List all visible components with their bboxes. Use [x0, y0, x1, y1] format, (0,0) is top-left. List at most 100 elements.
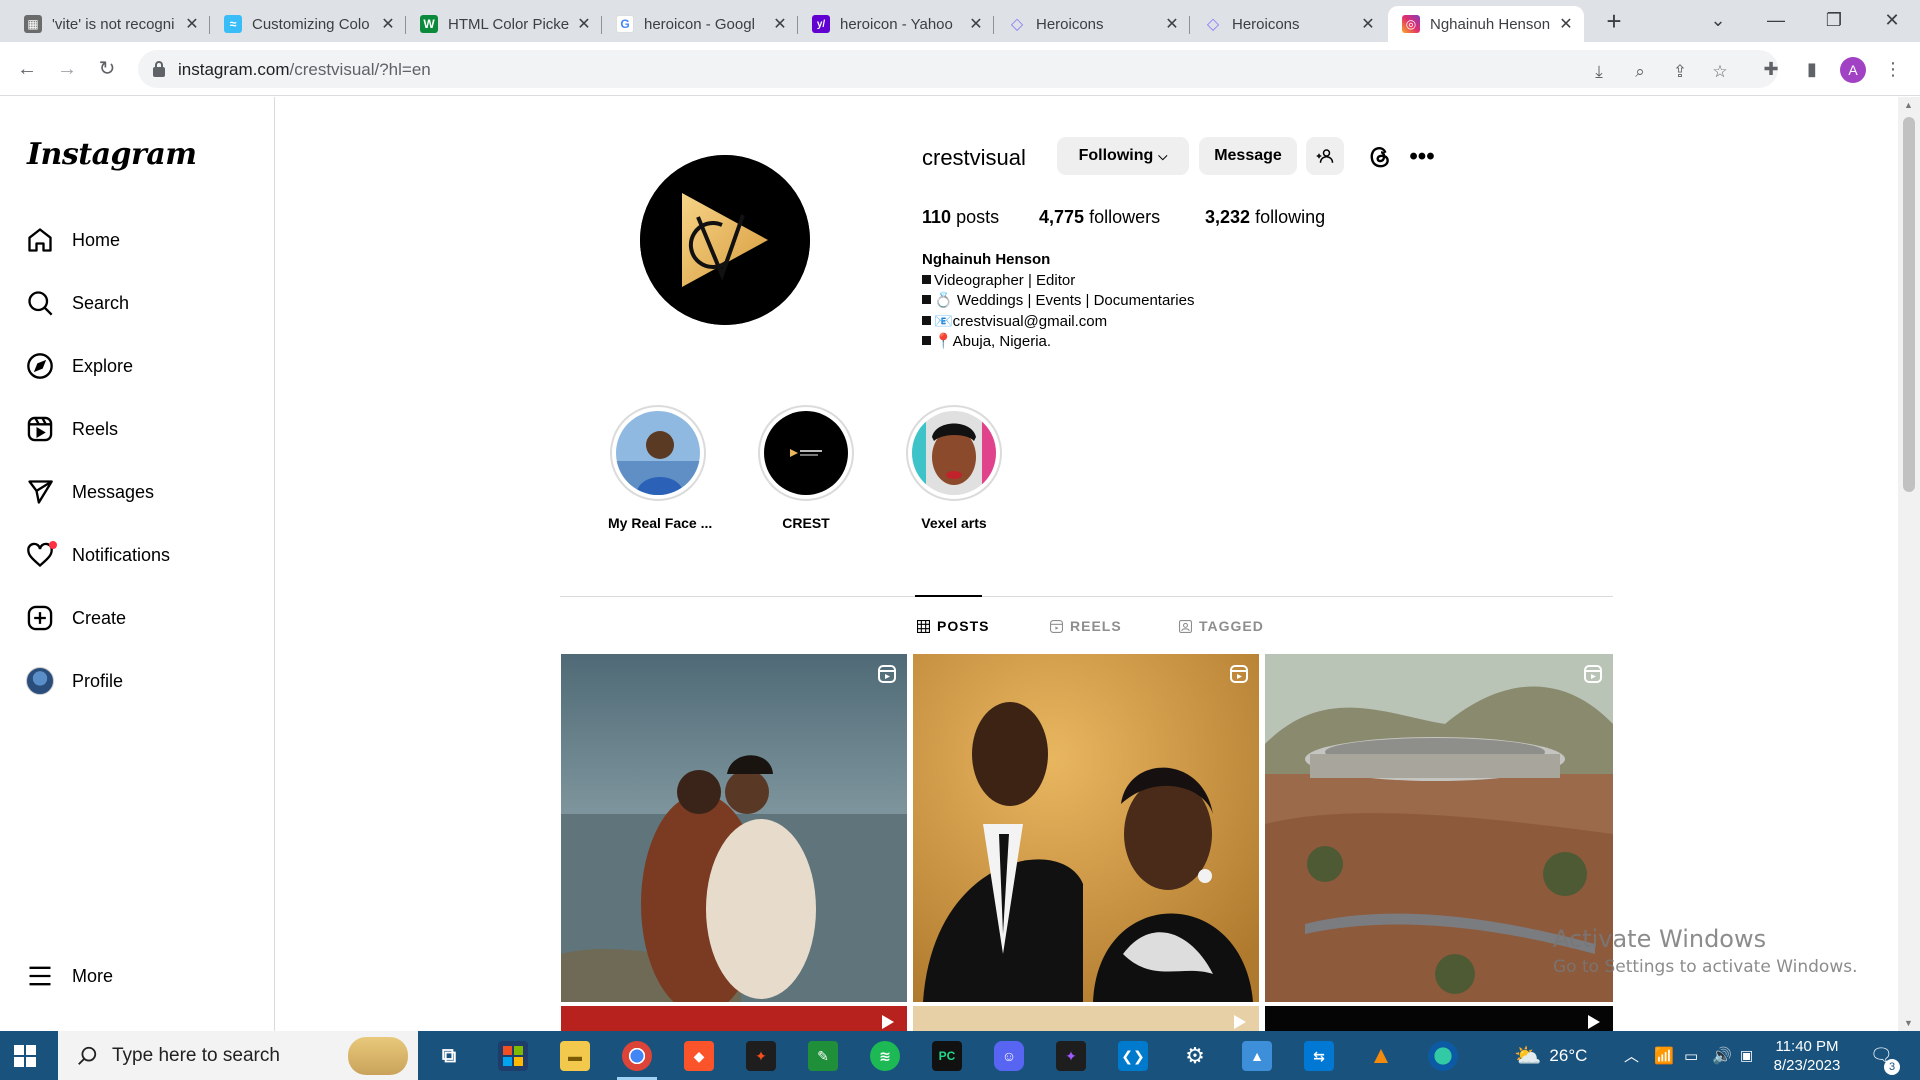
tab-close-icon[interactable]: ✕ — [1558, 14, 1574, 34]
sidebar-item-search[interactable]: Search — [26, 283, 129, 323]
edge-icon[interactable] — [1428, 1041, 1458, 1071]
reload-button[interactable]: ↻ — [92, 54, 122, 84]
sidebar-item-home[interactable]: Home — [26, 220, 120, 260]
vlc-icon[interactable]: ▲ — [1366, 1041, 1396, 1071]
tab-close-icon[interactable]: ✕ — [772, 14, 788, 34]
new-tab-button[interactable]: + — [1598, 6, 1630, 38]
post-thumbnail[interactable] — [913, 1006, 1259, 1031]
post-thumbnail[interactable] — [1265, 1006, 1613, 1031]
tab-tagged[interactable]: TAGGED — [1179, 618, 1264, 634]
scroll-up-arrow[interactable]: ▲ — [1904, 100, 1913, 110]
tab-close-icon[interactable]: ✕ — [380, 14, 396, 34]
settings-gear-icon[interactable]: ⚙ — [1180, 1041, 1210, 1071]
brave-icon[interactable]: ◆ — [684, 1041, 714, 1071]
microsoft-store-icon[interactable] — [498, 1041, 528, 1071]
restore-button[interactable]: ❐ — [1806, 0, 1862, 40]
story-highlight[interactable]: Vexel arts — [904, 405, 1004, 531]
forward-button[interactable]: → — [52, 54, 82, 84]
scroll-down-arrow[interactable]: ▼ — [1904, 1018, 1913, 1028]
remote-desktop-icon[interactable]: ⇆ — [1304, 1041, 1334, 1071]
zoom-icon[interactable]: ⌕ — [1628, 62, 1652, 86]
install-app-icon[interactable]: ⤓ — [1587, 62, 1611, 86]
discord-icon[interactable]: ☺ — [994, 1041, 1024, 1071]
tab-close-icon[interactable]: ✕ — [184, 14, 200, 34]
lock-icon[interactable] — [152, 60, 166, 78]
taskbar-search[interactable]: Type here to search — [58, 1031, 418, 1080]
browser-tab[interactable]: ◇ Heroicons ✕ — [1190, 6, 1386, 42]
chrome-menu-icon[interactable]: ⋮ — [1880, 56, 1906, 82]
sidebar-item-more[interactable]: More — [26, 956, 113, 996]
sidebar-item-profile[interactable]: Profile — [26, 661, 123, 701]
chrome-icon[interactable] — [622, 1041, 652, 1071]
side-panel-icon[interactable]: ▮ — [1799, 56, 1825, 82]
message-button[interactable]: Message — [1199, 137, 1297, 175]
battery-icon[interactable]: ▭ — [1684, 1031, 1698, 1080]
tab-close-icon[interactable]: ✕ — [968, 14, 984, 34]
tab-reels[interactable]: REELS — [1050, 618, 1122, 634]
back-button[interactable]: ← — [12, 54, 42, 84]
photos-icon[interactable]: ▲ — [1242, 1041, 1272, 1071]
browser-tab[interactable]: G heroicon - Googl ✕ — [602, 6, 798, 42]
post-thumbnail[interactable] — [561, 1006, 907, 1031]
address-bar[interactable]: instagram.com/crestvisual/?hl=en ⤓ ⌕ ⇪ ☆ — [138, 50, 1778, 88]
profile-picture[interactable] — [640, 155, 810, 325]
sidebar-item-reels[interactable]: Reels — [26, 409, 118, 449]
suggest-user-button[interactable] — [1306, 137, 1344, 175]
share-icon[interactable]: ⇪ — [1668, 62, 1692, 86]
show-hidden-icons[interactable]: ︿ — [1624, 1031, 1639, 1080]
instagram-logo[interactable]: Instagram — [27, 137, 197, 172]
windows-start-icon[interactable] — [14, 1045, 36, 1067]
following-count[interactable]: 3,232 following — [1205, 207, 1325, 228]
browser-tab-active[interactable]: ◎ Nghainuh Henson ✕ — [1388, 6, 1584, 42]
sidebar-item-explore[interactable]: Explore — [26, 346, 133, 386]
page-scrollbar[interactable]: ▲ ▼ — [1898, 97, 1920, 1031]
followers-count[interactable]: 4,775 followers — [1039, 207, 1160, 228]
network-icon[interactable]: ▣ — [1740, 1031, 1753, 1080]
scrollbar-thumb[interactable] — [1903, 117, 1915, 492]
weather-widget[interactable]: ⛅ 26°C — [1514, 1031, 1587, 1080]
figma-icon[interactable]: ✦ — [746, 1041, 776, 1071]
post-thumbnail[interactable] — [913, 654, 1259, 1002]
tab-close-icon[interactable]: ✕ — [1164, 14, 1180, 34]
browser-tab[interactable]: W HTML Color Picke ✕ — [406, 6, 602, 42]
story-highlight[interactable]: My Real Face ... — [608, 405, 713, 531]
taskbar-clock[interactable]: 11:40 PM 8/23/2023 — [1762, 1037, 1852, 1075]
url-text[interactable]: instagram.com/crestvisual/?hl=en — [178, 60, 431, 80]
vscode-icon[interactable]: ❮❯ — [1118, 1041, 1148, 1071]
bookmark-star-icon[interactable]: ☆ — [1708, 62, 1732, 86]
extensions-icon[interactable]: ✚ — [1758, 56, 1784, 82]
story-highlight[interactable]: CREST — [756, 405, 856, 531]
minimize-button[interactable]: — — [1748, 0, 1804, 40]
sidebar-item-create[interactable]: Create — [26, 598, 126, 638]
post-thumbnail[interactable] — [561, 654, 907, 1002]
sidebar-item-label: Search — [72, 292, 130, 313]
tab-search-icon[interactable]: ⌄ — [1690, 0, 1746, 40]
wifi-icon[interactable]: 📶 — [1654, 1031, 1674, 1080]
notes-app-icon[interactable]: ✎ — [808, 1041, 838, 1071]
task-view-icon[interactable]: ⧉ — [434, 1041, 464, 1071]
sidebar-item-messages[interactable]: Messages — [26, 472, 154, 512]
active-tab-indicator — [915, 595, 982, 597]
tab-close-icon[interactable]: ✕ — [1360, 14, 1376, 34]
activate-windows-watermark: Activate Windows Go to Settings to activ… — [1553, 925, 1858, 977]
spotify-icon[interactable]: ≋ — [870, 1041, 900, 1071]
highlight-label: CREST — [782, 515, 830, 531]
highlight-label: My Real Face ... — [608, 515, 713, 531]
browser-tab[interactable]: ≈ Customizing Colo ✕ — [210, 6, 406, 42]
sidebar-item-notifications[interactable]: Notifications — [26, 535, 170, 575]
tab-posts[interactable]: POSTS — [917, 618, 989, 634]
tab-close-icon[interactable]: ✕ — [576, 14, 592, 34]
close-window-button[interactable]: ✕ — [1864, 0, 1920, 40]
browser-tab[interactable]: ▦ 'vite' is not recogni ✕ — [10, 6, 210, 42]
volume-icon[interactable]: 🔊 — [1712, 1031, 1732, 1080]
figma-icon-2[interactable]: ✦ — [1056, 1041, 1086, 1071]
browser-tab[interactable]: y/ heroicon - Yahoo ✕ — [798, 6, 994, 42]
file-explorer-icon[interactable]: ▬ — [560, 1041, 590, 1071]
notification-center-icon[interactable]: 🗨 3 — [1870, 1031, 1900, 1080]
following-button[interactable]: Following ⌵ — [1057, 137, 1189, 175]
threads-icon[interactable] — [1366, 143, 1394, 171]
pycharm-icon[interactable]: PC — [932, 1041, 962, 1071]
chrome-profile-avatar[interactable]: A — [1840, 57, 1866, 83]
more-options-icon[interactable]: ••• — [1408, 143, 1436, 171]
browser-tab[interactable]: ◇ Heroicons ✕ — [994, 6, 1190, 42]
